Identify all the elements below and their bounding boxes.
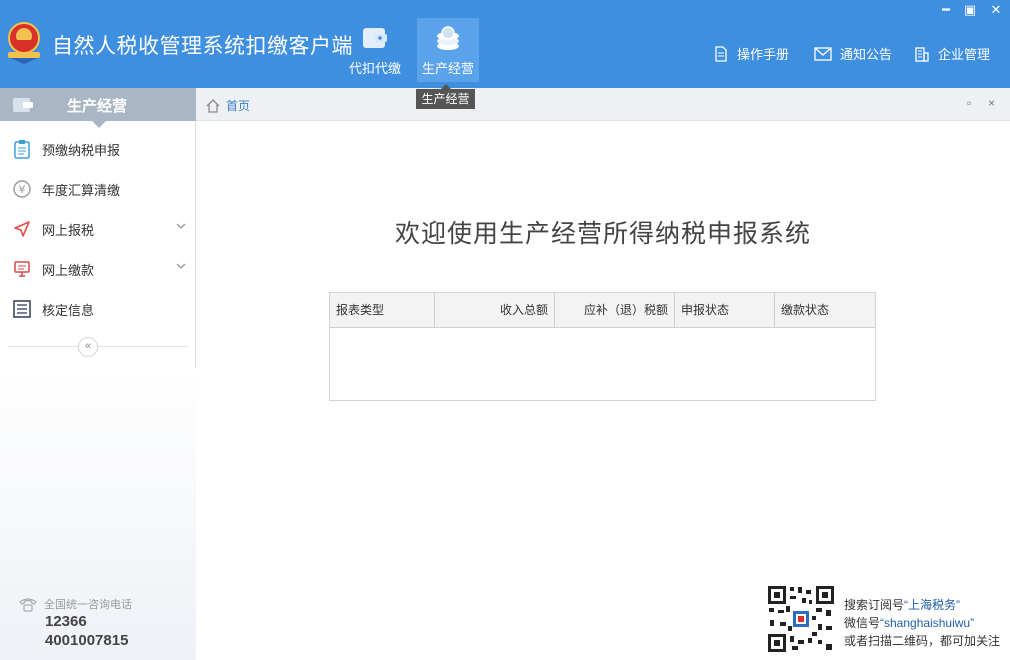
building-icon — [915, 46, 929, 62]
maximize-button[interactable]: ▣ — [961, 2, 979, 18]
sidebar-divider — [8, 346, 188, 347]
wallet-icon — [13, 98, 33, 112]
subscribe-info: 搜索订阅号“上海税务” 微信号“shanghaishuiwu” 或者扫描二维码，… — [844, 596, 1000, 650]
declaration-table: 报表类型 收入总额 应补（退）税额 申报状态 缴款状态 — [329, 292, 876, 401]
column-header-payment-status[interactable]: 缴款状态 — [775, 293, 875, 327]
sidebar-item-online-payment[interactable]: 网上缴款 — [0, 249, 196, 289]
notice-link[interactable]: 通知公告 — [814, 44, 892, 63]
sidebar-item-label: 预缴纳税申报 — [42, 142, 121, 158]
tab-production-operation[interactable]: 生产经营 — [417, 18, 479, 82]
welcome-heading: 欢迎使用生产经营所得纳税申报系统 — [394, 220, 811, 248]
tab-tooltip: 生产经营 — [416, 84, 475, 109]
collapse-sidebar-button[interactable]: « — [78, 337, 98, 357]
subscribe-line-2: 微信号“shanghaishuiwu” — [844, 614, 1000, 632]
phone-icon — [19, 598, 37, 612]
chevron-down-icon — [176, 263, 186, 269]
title-bar: 自然人税收管理系统扣缴客户端 代扣代缴 生产经营 ━ ▣ ✕ 操作手册 通知公告… — [0, 0, 1010, 88]
sidebar-item-label: 核定信息 — [42, 302, 95, 318]
document-icon — [715, 45, 727, 62]
app-title: 自然人税收管理系统扣缴客户端 — [52, 35, 353, 58]
home-icon — [206, 98, 220, 113]
close-panel-button[interactable]: × — [988, 96, 995, 110]
qr-code — [766, 584, 836, 654]
tab-strip: 首页 ▫ × — [196, 88, 1010, 121]
chevron-down-icon — [176, 223, 186, 229]
wallet-icon — [363, 28, 387, 48]
tab-withholding-label: 代扣代缴 — [348, 61, 401, 76]
sidebar-item-label: 网上缴款 — [42, 262, 95, 278]
hotline-number: 12366 — [45, 613, 87, 630]
wechat-id: “shanghaishuiwu” — [880, 616, 975, 630]
enterprise-link[interactable]: 企业管理 — [914, 44, 990, 63]
sidebar-item-label: 网上报税 — [42, 222, 95, 238]
coin-stack-icon — [437, 26, 459, 50]
send-icon — [12, 219, 32, 239]
svg-text:¥: ¥ — [19, 183, 26, 196]
sidebar-item-label: 年度汇算清缴 — [42, 182, 121, 198]
wechat-prefix: 微信号 — [844, 616, 881, 630]
enterprise-link-label: 企业管理 — [938, 47, 991, 62]
hotline-number: 4001007815 — [45, 632, 129, 649]
monitor-icon — [12, 259, 32, 279]
minimize-button[interactable]: ━ — [937, 2, 955, 18]
breadcrumb-home-label: 首页 — [226, 99, 251, 113]
close-button[interactable]: ✕ — [987, 2, 1005, 18]
yen-icon: ¥ — [12, 179, 32, 199]
manual-link[interactable]: 操作手册 — [713, 44, 789, 63]
hotline-label-row: 全国统一咨询电话 — [18, 596, 132, 612]
table-header: 报表类型 收入总额 应补（退）税额 申报状态 缴款状态 — [330, 293, 875, 328]
hotline-label: 全国统一咨询电话 — [44, 599, 132, 611]
sidebar-header: 生产经营 — [0, 88, 196, 128]
sidebar: 生产经营 预缴纳税申报 ¥ 年度汇算清缴 网上报税 网上缴款 核定信息 « 全国… — [0, 88, 196, 660]
subscribe-line-1: 搜索订阅号“上海税务” — [844, 596, 1000, 614]
column-header-tax-payable[interactable]: 应补（退）税额 — [555, 293, 675, 327]
hotline: 全国统一咨询电话 12366 4001007815 — [18, 596, 132, 650]
subscribe-prefix: 搜索订阅号 — [844, 598, 905, 612]
list-icon — [12, 299, 32, 319]
restore-panel-button[interactable]: ▫ — [967, 96, 971, 110]
manual-link-label: 操作手册 — [737, 47, 790, 62]
notice-link-label: 通知公告 — [840, 47, 893, 62]
national-emblem-icon — [8, 22, 40, 64]
tab-production-operation-label: 生产经营 — [421, 61, 474, 76]
envelope-icon — [814, 46, 832, 61]
clipboard-icon — [12, 139, 32, 159]
tab-withholding[interactable]: 代扣代缴 — [344, 18, 406, 82]
column-header-total-income[interactable]: 收入总额 — [435, 293, 555, 327]
subscribe-line-3: 或者扫描二维码，都可加关注 — [844, 634, 1001, 648]
sidebar-header-pointer — [92, 121, 106, 128]
column-header-declaration-status[interactable]: 申报状态 — [675, 293, 775, 327]
breadcrumb-home[interactable]: 首页 — [206, 97, 250, 114]
sidebar-title: 生产经营 — [67, 98, 128, 115]
column-header-report-type[interactable]: 报表类型 — [330, 293, 435, 327]
subscription-name: “上海税务” — [904, 598, 961, 612]
sidebar-item-online-tax-filing[interactable]: 网上报税 — [0, 209, 196, 249]
sidebar-item-annual-settlement[interactable]: ¥ 年度汇算清缴 — [0, 169, 196, 209]
sidebar-item-assessment-info[interactable]: 核定信息 — [0, 289, 196, 329]
sidebar-item-prepayment-declaration[interactable]: 预缴纳税申报 — [0, 129, 196, 169]
